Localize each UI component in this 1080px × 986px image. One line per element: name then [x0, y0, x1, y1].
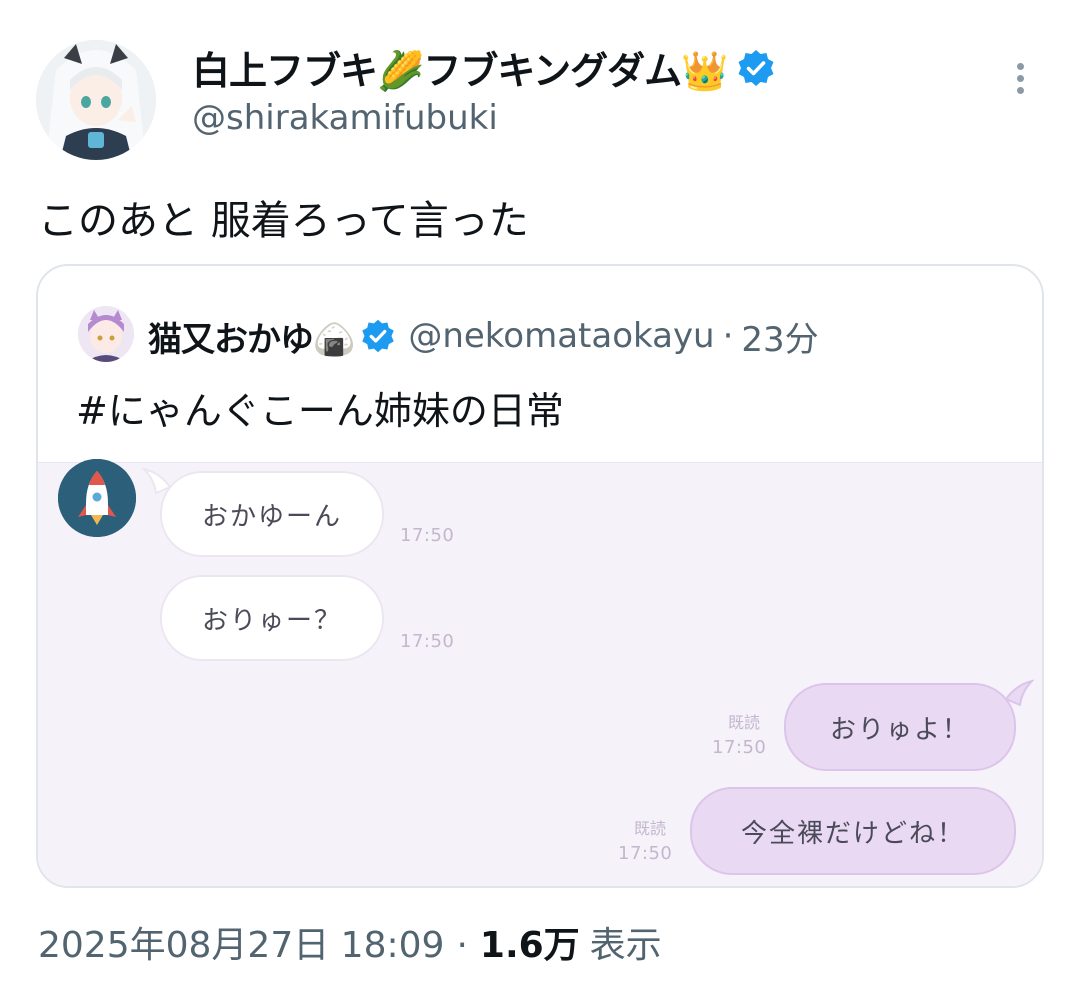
- quoted-tweet-card[interactable]: 猫又おかゆ🍙 @nekomataokayu · 23分 #にゃんぐこーん姉妹の日…: [36, 264, 1044, 888]
- chat-time: 17:50: [712, 737, 767, 758]
- quoted-tweet-text: #にゃんぐこーん姉妹の日常: [76, 389, 564, 433]
- chat-screenshot-image[interactable]: おかゆーん 17:50 おりゅー？ 17:50 既読 17:50 おりゅよ！ 既…: [38, 459, 1042, 886]
- chat-bubble-incoming: おかゆーん: [160, 471, 384, 557]
- tweet-meta: 2025年08月27日 18:09 · 1.6万 表示: [38, 916, 662, 968]
- quoted-author-avatar[interactable]: [78, 306, 134, 362]
- chat-time: 17:50: [618, 843, 673, 864]
- view-label: 表示: [589, 925, 662, 966]
- quoted-author-name[interactable]: 猫又おかゆ🍙: [148, 312, 355, 361]
- chat-message-text: 今全裸だけどね！: [740, 818, 965, 849]
- verified-badge-icon: [736, 48, 776, 88]
- more-options-icon[interactable]: [1006, 58, 1034, 102]
- read-receipt: 既読: [728, 713, 761, 732]
- verified-badge-icon: [360, 318, 396, 354]
- separator-dot: ·: [456, 925, 468, 966]
- chat-bubble-outgoing: おりゅよ！: [784, 683, 1016, 771]
- chat-bubble-incoming: おりゅー？: [160, 575, 384, 661]
- chat-message-text: おりゅー？: [201, 605, 342, 636]
- chat-bubble-outgoing: 今全裸だけどね！: [690, 787, 1016, 875]
- chat-time: 17:50: [400, 525, 455, 546]
- chat-time: 17:50: [400, 631, 455, 652]
- author-name-text: 白上フブキ🌽フブキングダム👑: [192, 49, 728, 93]
- author-avatar[interactable]: [36, 40, 156, 160]
- rocket-avatar-icon: [58, 459, 136, 537]
- bubble-tail: [1004, 679, 1034, 709]
- chat-message-text: おりゅよ！: [829, 714, 970, 745]
- quoted-time-ago[interactable]: 23分: [741, 312, 818, 361]
- view-count: 1.6万: [479, 925, 580, 966]
- author-handle[interactable]: @shirakamifubuki: [192, 98, 498, 138]
- read-receipt: 既読: [634, 819, 667, 838]
- chat-message-text: おかゆーん: [201, 501, 342, 532]
- separator-dot: ·: [722, 316, 734, 356]
- quoted-author-handle[interactable]: @nekomataokayu: [408, 316, 714, 356]
- tweet-timestamp[interactable]: 2025年08月27日 18:09: [38, 916, 444, 968]
- tweet-text: このあと 服着ろって言った: [38, 198, 529, 244]
- author-display-name[interactable]: 白上フブキ🌽フブキングダム👑: [192, 40, 776, 95]
